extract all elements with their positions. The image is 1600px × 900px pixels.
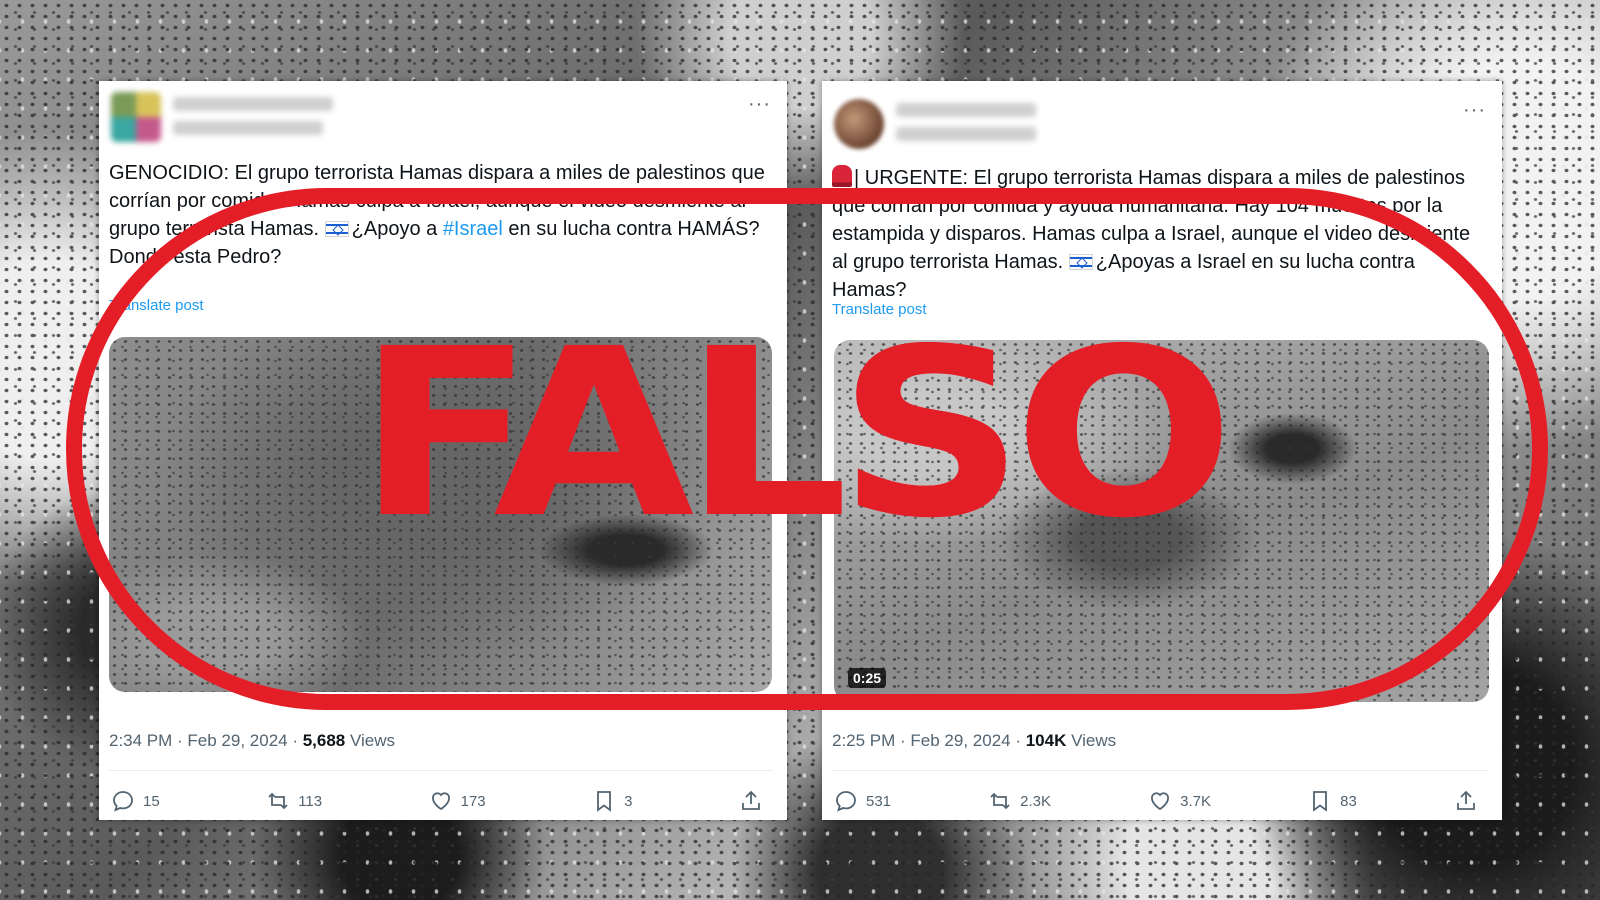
falso-stamp-text: FALSO (356, 299, 1235, 569)
views-label: Views (345, 731, 396, 750)
more-icon[interactable]: ··· (748, 93, 771, 116)
post-meta: 2:34 PM · Feb 29, 2024 · 5,688 Views (109, 731, 395, 751)
views-count: 104K (1025, 731, 1067, 750)
action-bar: 531 2.3K 3.7K 83 (834, 786, 1486, 816)
repost-button[interactable]: 113 (266, 789, 322, 813)
like-icon (1151, 792, 1170, 811)
blurred-display-name (173, 97, 333, 111)
blurred-handle (173, 121, 323, 135)
timestamp[interactable]: 2:34 PM · Feb 29, 2024 · (109, 731, 303, 750)
repost-icon (990, 792, 1010, 810)
post-meta: 2:25 PM · Feb 29, 2024 · 104K Views (832, 731, 1116, 751)
blurred-display-name (896, 103, 1036, 117)
bookmark-button[interactable]: 3 (592, 789, 632, 813)
like-button[interactable]: 3.7K (1148, 789, 1211, 813)
reply-icon (113, 791, 133, 812)
timestamp[interactable]: 2:25 PM · Feb 29, 2024 · (832, 731, 1026, 750)
siren-icon (832, 165, 852, 187)
avatar[interactable] (111, 92, 161, 142)
divider (832, 770, 1488, 771)
bookmark-icon (1313, 791, 1328, 812)
repost-icon (268, 792, 288, 810)
repost-button[interactable]: 2.3K (988, 789, 1051, 813)
reply-button[interactable]: 531 (834, 789, 891, 813)
divider (109, 770, 773, 771)
reply-button[interactable]: 15 (111, 789, 160, 813)
share-icon (742, 790, 760, 810)
views-label: Views (1066, 731, 1117, 750)
more-icon[interactable]: ··· (1463, 99, 1486, 122)
reply-icon (836, 791, 856, 812)
action-bar: 15 113 173 3 (111, 786, 771, 816)
views-count: 5,688 (302, 731, 346, 750)
share-icon (1457, 790, 1475, 810)
avatar[interactable] (834, 99, 884, 149)
blurred-handle (896, 127, 1036, 141)
bookmark-icon (597, 791, 612, 812)
share-button[interactable] (1454, 789, 1486, 813)
like-icon (431, 792, 450, 811)
bookmark-button[interactable]: 83 (1308, 789, 1357, 813)
like-button[interactable]: 173 (429, 789, 486, 813)
share-button[interactable] (739, 789, 771, 813)
